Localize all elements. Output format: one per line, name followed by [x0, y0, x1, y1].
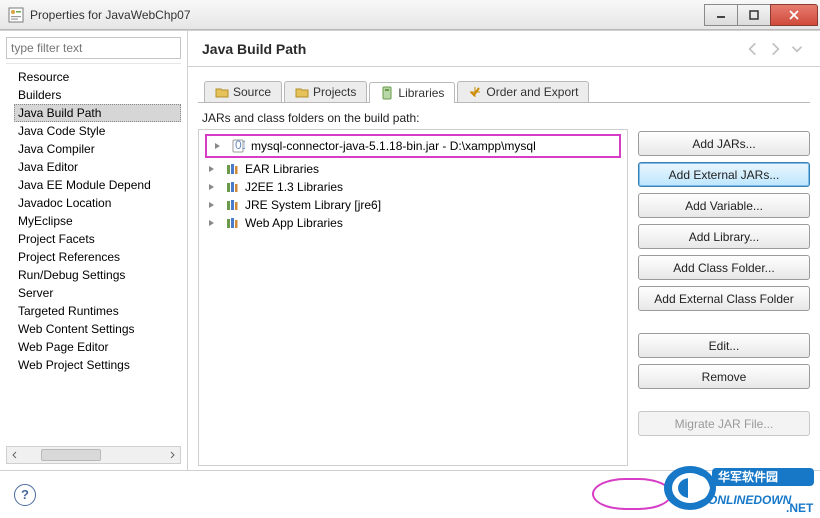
- bottom-bar: ?: [0, 470, 820, 518]
- category-pane: ResourceBuildersJava Build PathJava Code…: [0, 31, 188, 470]
- library-icon: [225, 180, 239, 194]
- tab-label: Source: [233, 85, 271, 99]
- window-buttons: [705, 4, 818, 26]
- category-item[interactable]: Web Page Editor: [14, 338, 181, 356]
- dropdown-icon[interactable]: [788, 40, 806, 58]
- migrate-jar-button: Migrate JAR File...: [638, 411, 810, 436]
- add-variable-button[interactable]: Add Variable...: [638, 193, 810, 218]
- jar-entry-label: mysql-connector-java-5.1.18-bin.jar - D:…: [251, 139, 536, 153]
- tab-bar: Source Projects Libraries Order and Export: [198, 75, 810, 103]
- add-external-jars-button[interactable]: Add External JARs...: [638, 162, 810, 187]
- maximize-button[interactable]: [737, 4, 771, 26]
- tab-projects[interactable]: Projects: [284, 81, 367, 102]
- tab-order-and-export[interactable]: Order and Export: [457, 81, 589, 102]
- expand-icon[interactable]: [207, 218, 217, 228]
- category-item[interactable]: Builders: [14, 86, 181, 104]
- category-item[interactable]: Web Project Settings: [14, 356, 181, 374]
- category-item[interactable]: Java Build Path: [14, 104, 181, 122]
- minimize-button[interactable]: [704, 4, 738, 26]
- category-item[interactable]: Targeted Runtimes: [14, 302, 181, 320]
- libraries-content: 010 mysql-connector-java-5.1.18-bin.jar -…: [198, 129, 810, 466]
- category-item[interactable]: Java Code Style: [14, 122, 181, 140]
- add-class-folder-button[interactable]: Add Class Folder...: [638, 255, 810, 280]
- ok-highlight-annotation: [592, 478, 672, 510]
- library-icon: [225, 162, 239, 176]
- jar-entry-label: JRE System Library [jre6]: [245, 198, 381, 212]
- category-item[interactable]: Java Editor: [14, 158, 181, 176]
- category-item[interactable]: MyEclipse: [14, 212, 181, 230]
- remove-button[interactable]: Remove: [638, 364, 810, 389]
- edit-button[interactable]: Edit...: [638, 333, 810, 358]
- category-tree-wrap: ResourceBuildersJava Build PathJava Code…: [6, 63, 181, 442]
- back-icon[interactable]: [744, 40, 762, 58]
- page-body: SourceProjectsLibrariesOrder and Export …: [188, 67, 820, 470]
- titlebar: Properties for JavaWebChp07: [0, 0, 820, 30]
- help-button[interactable]: ?: [14, 484, 36, 506]
- window-icon: [8, 7, 24, 23]
- category-item[interactable]: Java Compiler: [14, 140, 181, 158]
- expand-icon[interactable]: [207, 200, 217, 210]
- jar-list[interactable]: 010 mysql-connector-java-5.1.18-bin.jar -…: [198, 129, 628, 466]
- jar-entry[interactable]: EAR Libraries: [203, 160, 623, 178]
- details-pane: Java Build Path Source Projects Libraries O…: [188, 31, 820, 470]
- expand-icon[interactable]: [207, 164, 217, 174]
- page-title: Java Build Path: [202, 41, 740, 57]
- scroll-right-icon[interactable]: [164, 447, 180, 463]
- page-header: Java Build Path: [188, 31, 820, 67]
- filter-input[interactable]: [6, 37, 181, 59]
- list-label: JARs and class folders on the build path…: [202, 111, 810, 125]
- tab-label: Order and Export: [486, 85, 578, 99]
- category-item[interactable]: Server: [14, 284, 181, 302]
- scroll-thumb[interactable]: [41, 449, 101, 461]
- library-icon: [225, 216, 239, 230]
- expand-icon[interactable]: [213, 141, 223, 151]
- library-icon: [225, 198, 239, 212]
- tab-libraries[interactable]: Libraries: [369, 82, 455, 103]
- category-item[interactable]: Run/Debug Settings: [14, 266, 181, 284]
- jar-entry[interactable]: 010 mysql-connector-java-5.1.18-bin.jar -…: [209, 137, 617, 155]
- add-jars-button[interactable]: Add JARs...: [638, 131, 810, 156]
- category-item[interactable]: Java EE Module Depend: [14, 176, 181, 194]
- jar-entry[interactable]: J2EE 1.3 Libraries: [203, 178, 623, 196]
- tab-label: Projects: [313, 85, 356, 99]
- expand-icon[interactable]: [207, 182, 217, 192]
- add-external-class-folder-button[interactable]: Add External Class Folder: [638, 286, 810, 311]
- jar-entry-label: EAR Libraries: [245, 162, 319, 176]
- window-title: Properties for JavaWebChp07: [30, 8, 705, 22]
- category-item[interactable]: Web Content Settings: [14, 320, 181, 338]
- category-item[interactable]: Project References: [14, 248, 181, 266]
- tab-source[interactable]: Source: [204, 81, 282, 102]
- jar-entry[interactable]: JRE System Library [jre6]: [203, 196, 623, 214]
- category-item[interactable]: Resource: [14, 68, 181, 86]
- button-column: Add JARs... Add External JARs... Add Var…: [638, 129, 810, 466]
- svg-text:010: 010: [235, 139, 245, 152]
- category-tree[interactable]: ResourceBuildersJava Build PathJava Code…: [6, 68, 181, 374]
- add-library-button[interactable]: Add Library...: [638, 224, 810, 249]
- tree-horizontal-scrollbar[interactable]: [6, 446, 181, 464]
- category-item[interactable]: Javadoc Location: [14, 194, 181, 212]
- forward-icon[interactable]: [766, 40, 784, 58]
- dialog-body: ResourceBuildersJava Build PathJava Code…: [0, 30, 820, 470]
- jar-highlight-annotation: 010 mysql-connector-java-5.1.18-bin.jar -…: [205, 134, 621, 158]
- close-button[interactable]: [770, 4, 818, 26]
- scroll-left-icon[interactable]: [7, 447, 23, 463]
- tab-label: Libraries: [398, 86, 444, 100]
- jar-entry[interactable]: Web App Libraries: [203, 214, 623, 232]
- jar-entry-label: Web App Libraries: [245, 216, 343, 230]
- category-item[interactable]: Project Facets: [14, 230, 181, 248]
- jar-icon: 010: [231, 139, 245, 153]
- jar-entry-label: J2EE 1.3 Libraries: [245, 180, 343, 194]
